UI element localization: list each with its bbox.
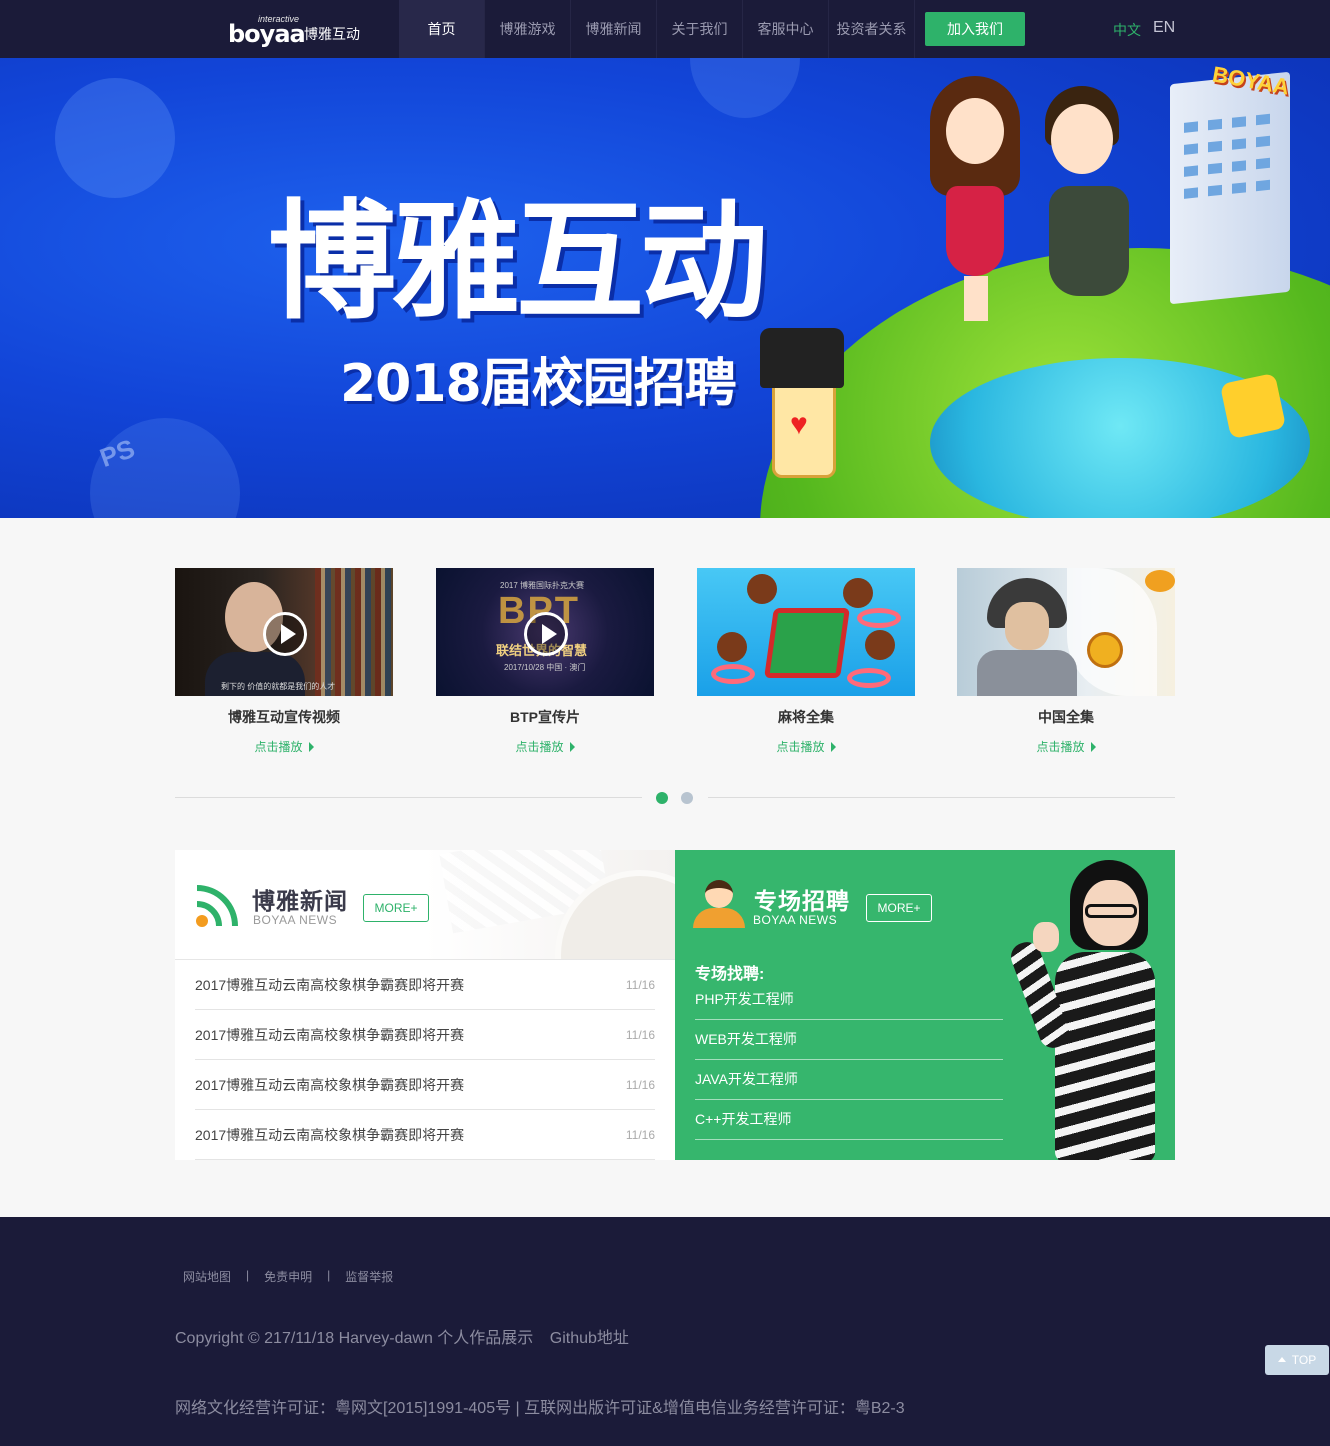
news-header: 博雅新闻 BOYAA NEWS MORE+	[175, 850, 675, 960]
footer-link-disclaimer[interactable]: 免责申明	[264, 1268, 312, 1285]
lang-chinese-link[interactable]: 中文	[1113, 20, 1141, 40]
nav-home[interactable]: 首页	[399, 0, 485, 58]
news-item-title: 2017博雅互动云南高校象棋争霸赛即将开赛	[195, 1026, 465, 1043]
play-link-label: 点击播放	[1036, 740, 1085, 754]
banner-title: 博雅互动	[268, 188, 768, 337]
video-card: 麻将全集 点击播放	[697, 568, 915, 755]
footer-separator: |	[246, 1268, 250, 1282]
video-title: 中国全集	[1038, 709, 1094, 725]
recruitment-panel: 专场招聘 BOYAA NEWS MORE+ 专场找聘: PHP开发工程师 WEB…	[675, 850, 1175, 1160]
arrow-up-icon	[1277, 1357, 1286, 1362]
job-list: PHP开发工程师 WEB开发工程师 JAVA开发工程师 C++开发工程师	[695, 980, 1003, 1140]
play-link[interactable]: 点击播放	[436, 738, 654, 755]
logo-chinese-name: 博雅互动	[304, 26, 360, 42]
recruiter-girl-illustration	[1007, 860, 1165, 1160]
nav-support[interactable]: 客服中心	[743, 0, 829, 58]
news-subtitle: BOYAA NEWS	[253, 913, 338, 927]
news-item[interactable]: 2017博雅互动云南高校象棋争霸赛即将开赛 11/16	[195, 1060, 655, 1110]
github-link[interactable]: Github地址	[550, 1330, 629, 1347]
copyright-text: Copyright © 217/11/18 Harvey-dawn 个人作品展示	[175, 1330, 534, 1347]
video-page-dot[interactable]	[656, 792, 668, 804]
video-page-dot[interactable]	[681, 792, 693, 804]
news-item-date: 11/16	[625, 1077, 655, 1092]
play-link-label: 点击播放	[515, 740, 564, 754]
thumbnail-date-text: 2017/10/28 中国 · 澳门	[504, 663, 586, 672]
nav-news[interactable]: 博雅新闻	[571, 0, 657, 58]
nav-games[interactable]: 博雅游戏	[485, 0, 571, 58]
license-text: 网络文化经营许可证：粤网文[2015]1991-405号 | 互联网出版许可证&…	[175, 1400, 905, 1417]
play-icon[interactable]	[524, 612, 568, 656]
site-footer: 网站地图 | 免责申明 | 监督举报 Copyright © 217/11/18…	[0, 1217, 1330, 1446]
main-nav: 首页 博雅游戏 博雅新闻 关于我们 客服中心 投资者关系	[399, 0, 915, 58]
copyright-line: Copyright © 217/11/18 Harvey-dawn 个人作品展示…	[175, 1324, 629, 1348]
news-item-date: 11/16	[625, 1127, 655, 1142]
job-item[interactable]: PHP开发工程师	[695, 980, 1003, 1020]
video-title: 麻将全集	[778, 709, 834, 725]
back-to-top-button[interactable]: TOP	[1265, 1345, 1329, 1375]
job-item[interactable]: JAVA开发工程师	[695, 1060, 1003, 1100]
video-thumbnail[interactable]: 2017 博雅国际扑克大赛 BPT 联结世界的智慧 2017/10/28 中国 …	[436, 568, 654, 696]
caret-right-icon	[569, 742, 575, 752]
play-link-label: 点击播放	[776, 740, 825, 754]
top-header: interactive boyaa 博雅互动 首页 博雅游戏 博雅新闻 关于我们…	[0, 0, 1330, 58]
banner-subtitle: 2018届校园招聘	[340, 354, 737, 414]
news-item-title: 2017博雅互动云南高校象棋争霸赛即将开赛	[195, 976, 465, 993]
news-item-date: 11/16	[625, 1027, 655, 1042]
girl-character-illustration	[930, 76, 1020, 326]
bubble-decoration	[690, 58, 800, 118]
news-item[interactable]: 2017博雅互动云南高校象棋争霸赛即将开赛 11/16	[195, 1110, 655, 1160]
video-title: BTP宣传片	[510, 709, 580, 725]
video-card: 中国全集 点击播放	[957, 568, 1175, 755]
office-building-illustration	[1170, 71, 1290, 305]
news-panel: 博雅新闻 BOYAA NEWS MORE+ 2017博雅互动云南高校象棋争霸赛即…	[175, 850, 675, 1160]
play-link[interactable]: 点击播放	[697, 738, 915, 755]
footer-link-report[interactable]: 监督举报	[345, 1268, 393, 1285]
news-more-button[interactable]: MORE+	[363, 894, 429, 922]
caret-right-icon	[830, 742, 836, 752]
back-to-top-label: TOP	[1291, 1353, 1317, 1367]
video-pagination	[642, 790, 708, 806]
job-item[interactable]: C++开发工程师	[695, 1100, 1003, 1140]
video-card: 剩下的 价值的就都是我们的人才 博雅互动宣传视频 点击播放	[175, 568, 393, 755]
planet-decoration	[55, 78, 175, 198]
news-item-title: 2017博雅互动云南高校象棋争霸赛即将开赛	[195, 1126, 465, 1143]
caret-right-icon	[308, 742, 314, 752]
play-icon[interactable]	[263, 612, 307, 656]
news-item-date: 11/16	[625, 977, 655, 992]
news-list: 2017博雅互动云南高校象棋争霸赛即将开赛 11/16 2017博雅互动云南高校…	[195, 960, 655, 1160]
rss-icon	[196, 885, 238, 927]
boy-character-illustration	[1045, 86, 1135, 326]
recruitment-title: 专场招聘	[754, 888, 850, 914]
user-avatar-icon	[693, 878, 745, 928]
video-thumbnail[interactable]: 剩下的 价值的就都是我们的人才	[175, 568, 393, 696]
toy-car-illustration	[1219, 372, 1287, 440]
lang-english-link[interactable]: EN	[1153, 19, 1175, 37]
video-card: 2017 博雅国际扑克大赛 BPT 联结世界的智慧 2017/10/28 中国 …	[436, 568, 654, 755]
recruitment-subtitle: BOYAA NEWS	[753, 913, 838, 927]
play-link-label: 点击播放	[254, 740, 303, 754]
hero-banner[interactable]: PS BOYAA ♥ 博雅互动 2018届校园招聘	[0, 58, 1330, 518]
footer-separator: |	[327, 1268, 331, 1282]
video-title: 博雅互动宣传视频	[228, 709, 340, 725]
footer-link-sitemap[interactable]: 网站地图	[183, 1268, 231, 1285]
video-thumbnail[interactable]	[697, 568, 915, 696]
join-us-button[interactable]: 加入我们	[925, 12, 1025, 46]
nav-about[interactable]: 关于我们	[657, 0, 743, 58]
poker-card-character-illustration: ♥	[760, 328, 850, 488]
footer-links: 网站地图 | 免责申明 | 监督举报	[183, 1268, 393, 1285]
news-item[interactable]: 2017博雅互动云南高校象棋争霸赛即将开赛 11/16	[195, 1010, 655, 1060]
nav-investors[interactable]: 投资者关系	[829, 0, 915, 58]
caret-right-icon	[1090, 742, 1096, 752]
recruitment-more-button[interactable]: MORE+	[866, 894, 932, 922]
play-link[interactable]: 点击播放	[957, 738, 1175, 755]
news-title: 博雅新闻	[252, 888, 348, 914]
job-item[interactable]: WEB开发工程师	[695, 1020, 1003, 1060]
video-caption: 剩下的 价值的就都是我们的人才	[221, 682, 336, 691]
play-link[interactable]: 点击播放	[175, 738, 393, 755]
video-thumbnail[interactable]	[957, 568, 1175, 696]
news-item-title: 2017博雅互动云南高校象棋争霸赛即将开赛	[195, 1076, 465, 1093]
logo-wordmark: boyaa	[228, 20, 306, 48]
news-item[interactable]: 2017博雅互动云南高校象棋争霸赛即将开赛 11/16	[195, 960, 655, 1010]
